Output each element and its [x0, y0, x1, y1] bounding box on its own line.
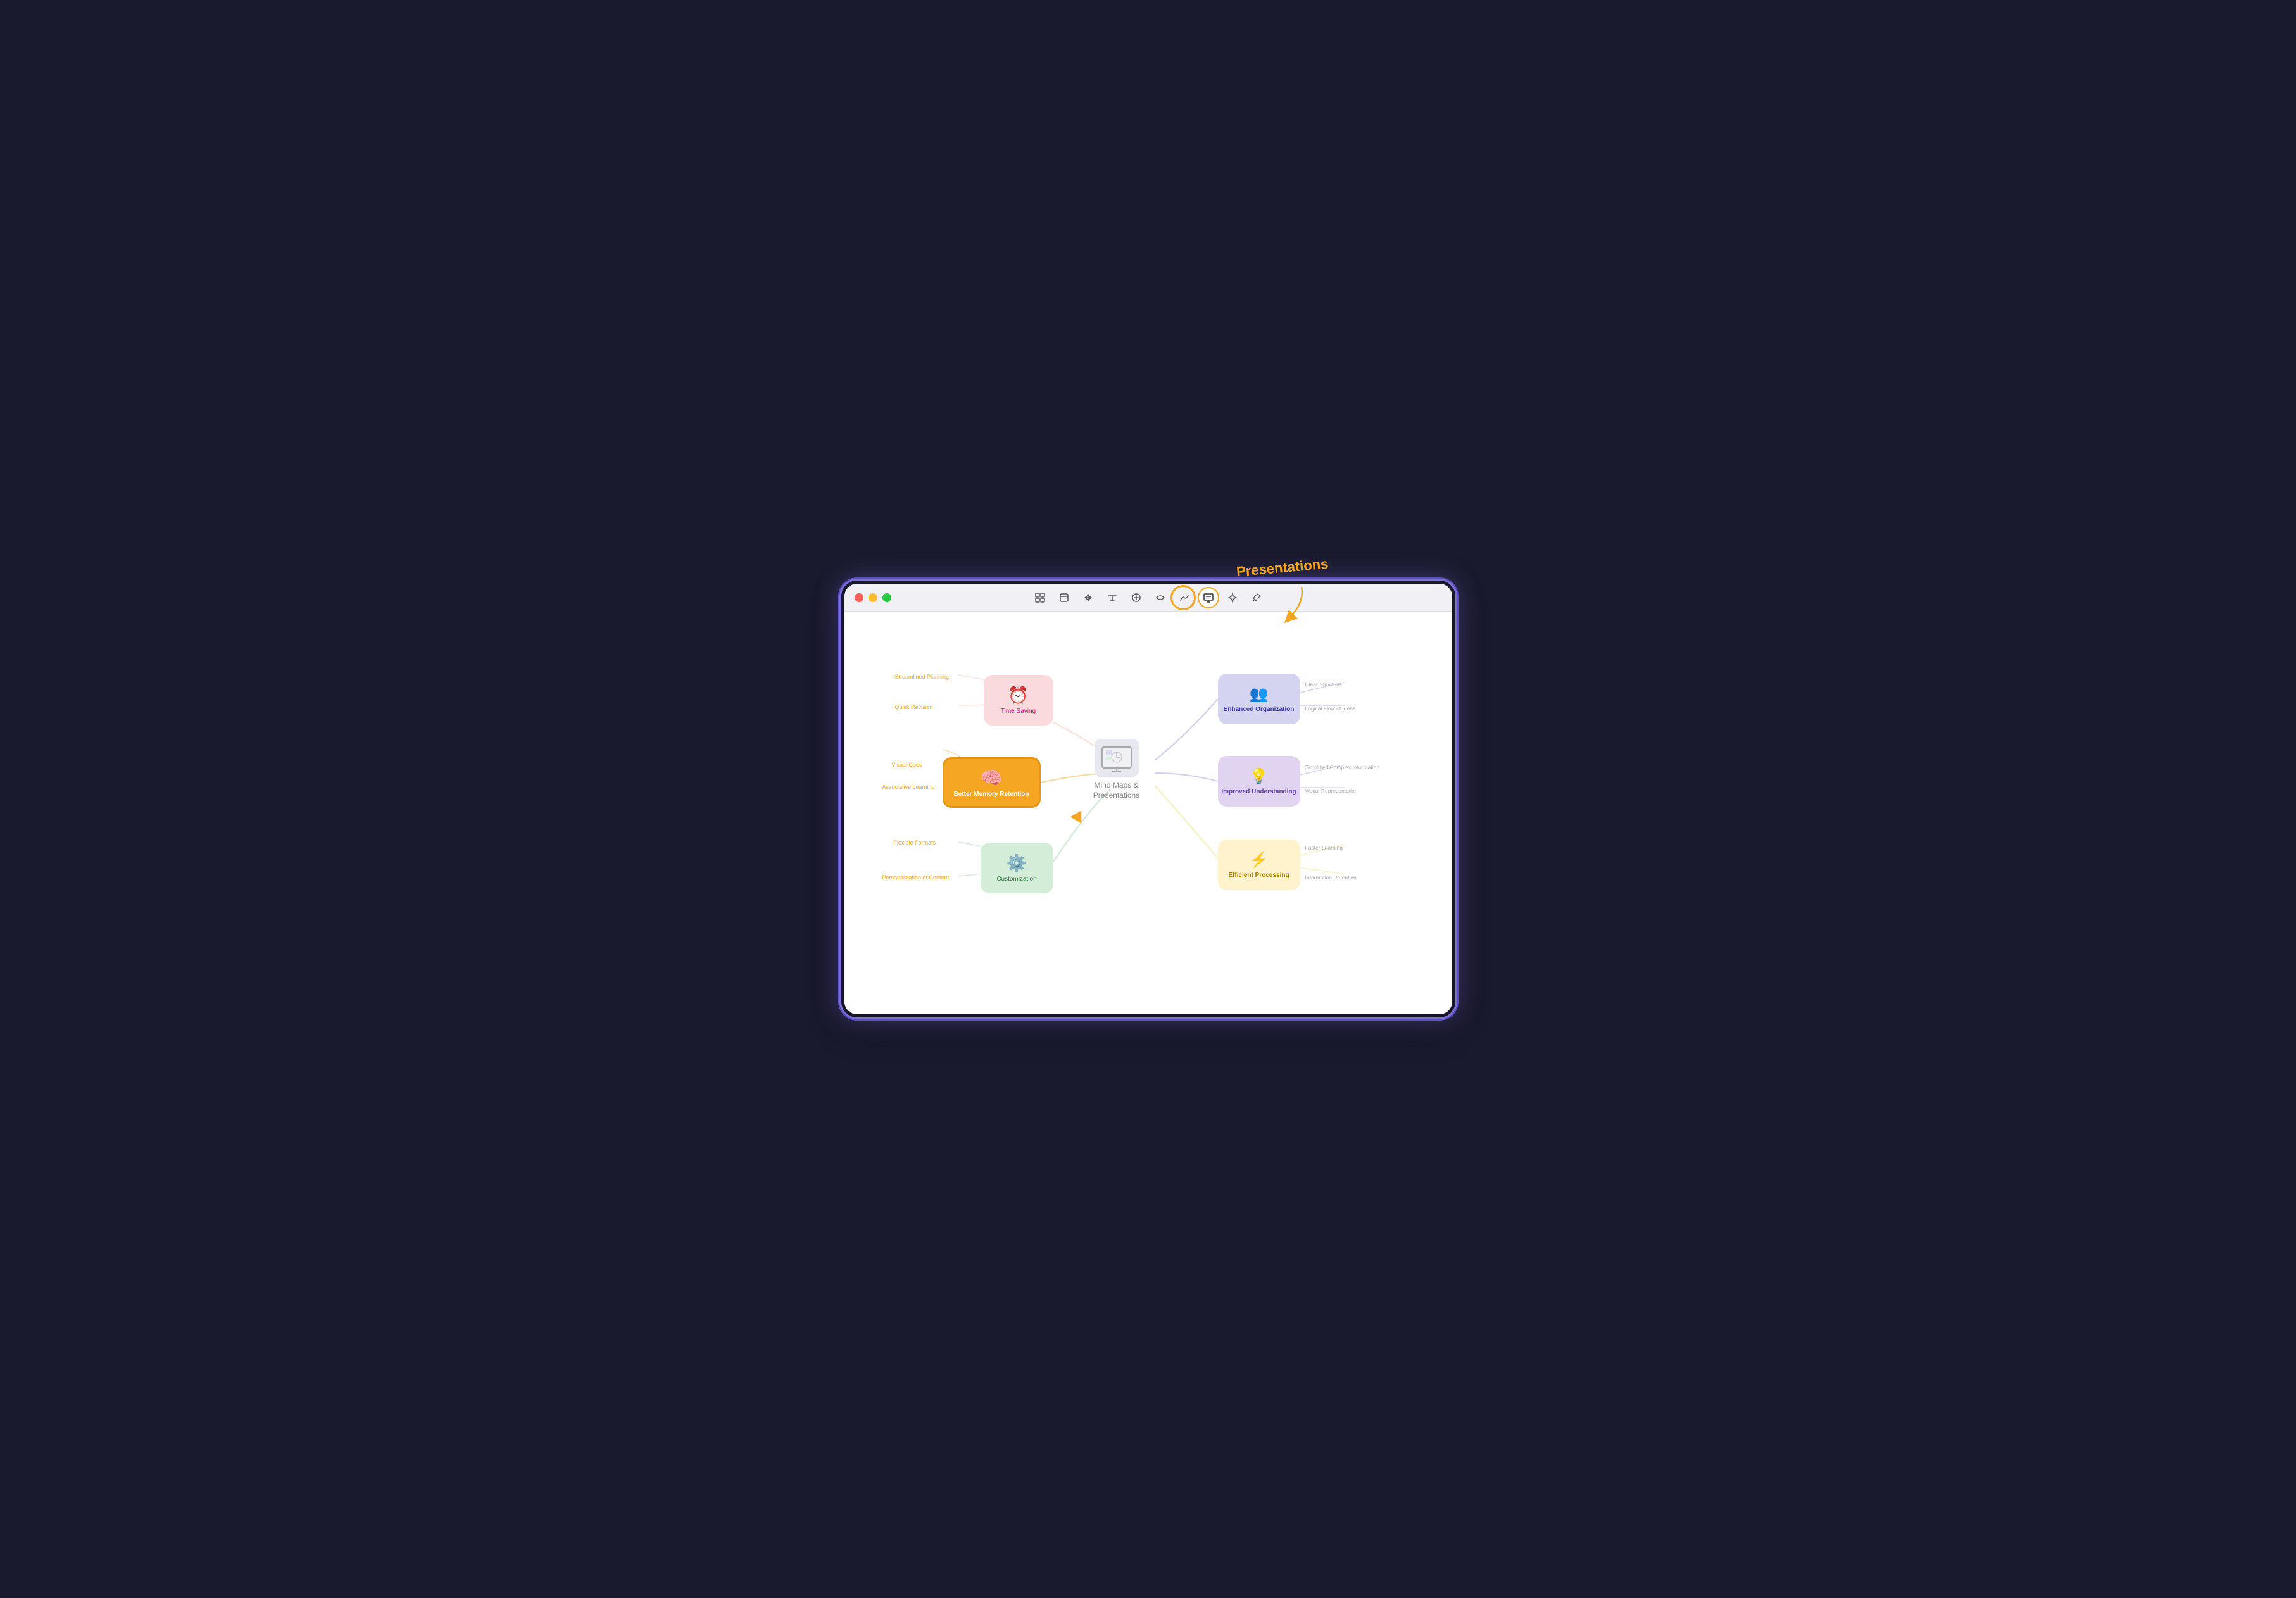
toolbar-presentation-btn[interactable]: [1198, 587, 1219, 608]
efficient-processing-node[interactable]: ⚡ Efficient Processing: [1218, 840, 1300, 890]
associative-learning-label: Associative Learning: [882, 784, 935, 790]
improved-understanding-label: Improved Understanding: [1221, 788, 1296, 795]
enhanced-org-label: Enhanced Organization: [1224, 706, 1295, 713]
customization-node[interactable]: ⚙️ Customization: [981, 843, 1053, 893]
minimize-button[interactable]: [869, 593, 877, 602]
toolbar-frame-btn[interactable]: [1053, 587, 1075, 608]
app-window: Mind Maps & Presentations 🧠 Better Memor…: [844, 584, 1452, 1014]
customization-icon: ⚙️: [1007, 853, 1027, 873]
toolbar-connect-btn[interactable]: [1150, 587, 1171, 608]
personalization-label: Personalization of Content: [882, 874, 950, 881]
center-node-icon: [1095, 739, 1139, 777]
time-saving-node[interactable]: ⏰ Time Saving: [984, 675, 1053, 726]
toolbar-select-btn[interactable]: [1029, 587, 1051, 608]
streamlined-planning-label: Streamlined Planning: [895, 674, 950, 680]
improved-understanding-icon: 💡: [1250, 767, 1269, 786]
quick-revision-label: Quick Revision: [895, 704, 933, 710]
better-memory-icon: 🧠: [981, 767, 1003, 788]
toolbar-ai-btn[interactable]: [1222, 587, 1243, 608]
window-controls: [855, 593, 891, 602]
improved-understanding-node[interactable]: 💡 Improved Understanding: [1218, 756, 1300, 807]
cursor: [1070, 810, 1086, 827]
canvas[interactable]: Mind Maps & Presentations 🧠 Better Memor…: [844, 612, 1452, 1014]
toolbar-text-btn[interactable]: [1101, 587, 1123, 608]
toolbar: [1029, 587, 1267, 608]
close-button[interactable]: [855, 593, 863, 602]
faster-learning-label: Faster Learning: [1305, 845, 1343, 851]
information-retention-label: Information Retention: [1305, 874, 1357, 881]
visual-cues-label: Visual Cues: [892, 762, 922, 768]
visual-representation-label: Visual Representation: [1305, 788, 1358, 794]
logical-flow-label: Logical Flow of Ideas: [1305, 705, 1356, 712]
time-saving-icon: ⏰: [1008, 686, 1028, 705]
better-memory-label: Better Memory Retention: [954, 791, 1029, 798]
better-memory-node[interactable]: 🧠 Better Memory Retention: [943, 757, 1041, 808]
connections-svg: [844, 612, 1452, 1014]
clear-structure-label: Clear Structure: [1305, 681, 1341, 688]
enhanced-org-icon: 👥: [1250, 685, 1269, 703]
toolbar-path-btn[interactable]: [1174, 587, 1195, 608]
enhanced-org-node[interactable]: 👥 Enhanced Organization: [1218, 674, 1300, 724]
toolbar-add-btn[interactable]: [1126, 587, 1147, 608]
toolbar-move-btn[interactable]: [1077, 587, 1099, 608]
presentations-annotation: Presentations: [1236, 556, 1329, 581]
customization-label: Customization: [996, 876, 1036, 883]
screen-wrapper: Presentations: [844, 584, 1452, 1014]
center-node[interactable]: Mind Maps & Presentations: [1079, 735, 1155, 805]
flexible-formats-label: Flexible Formats: [894, 840, 936, 846]
simplified-complex-label: Simplified Complex Information: [1305, 764, 1380, 771]
toolbar-pin-btn[interactable]: [1246, 587, 1267, 608]
center-node-label: Mind Maps & Presentations: [1079, 781, 1155, 800]
time-saving-label: Time Saving: [1001, 708, 1036, 715]
efficient-processing-icon: ⚡: [1250, 851, 1269, 869]
maximize-button[interactable]: [882, 593, 891, 602]
efficient-processing-label: Efficient Processing: [1228, 872, 1289, 879]
title-bar: [844, 584, 1452, 612]
